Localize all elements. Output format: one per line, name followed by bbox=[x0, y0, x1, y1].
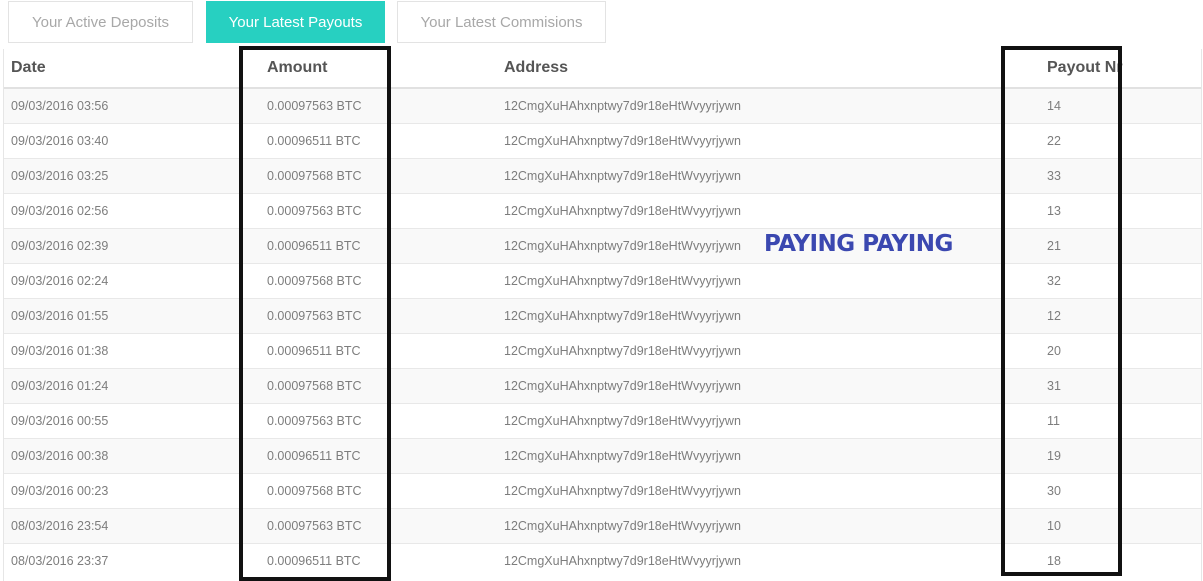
date-cell: 09/03/2016 00:55 bbox=[4, 403, 259, 439]
table-row: 09/03/2016 03:56 0.00097563 BTC 12CmgXuHAh… bbox=[4, 87, 1201, 124]
table-row: 09/03/2016 00:38 0.00096511 BTC 12CmgXuHAh… bbox=[4, 438, 1201, 474]
column-header-date: Date bbox=[4, 49, 259, 89]
payout-nr-cell: 31 bbox=[1039, 368, 1201, 404]
paying-annotation: PAYING PAYING bbox=[764, 231, 953, 257]
table-row: 09/03/2016 01:55 0.00097563 BTC 12CmgXuHAh… bbox=[4, 298, 1201, 334]
tab-latest-commisions[interactable]: Your Latest Commisions bbox=[397, 1, 606, 43]
date-cell: 09/03/2016 02:24 bbox=[4, 263, 259, 299]
amount-cell: 0.00097563 BTC bbox=[259, 298, 496, 334]
payout-nr-cell: 12 bbox=[1039, 298, 1201, 334]
amount-cell: 0.00097563 BTC bbox=[259, 87, 496, 124]
amount-cell: 0.00097563 BTC bbox=[259, 508, 496, 544]
amount-cell: 0.00096511 BTC bbox=[259, 228, 496, 264]
tab-latest-payouts[interactable]: Your Latest Payouts bbox=[206, 1, 385, 43]
tab-active-deposits[interactable]: Your Active Deposits bbox=[8, 1, 193, 43]
table-row: 08/03/2016 23:37 0.00096511 BTC 12CmgXuHAh… bbox=[4, 543, 1201, 578]
address-cell: 12CmgXuHAhxnptwy7d9r18eHtWvyyrjywn bbox=[496, 123, 1039, 159]
amount-cell: 0.00097563 BTC bbox=[259, 403, 496, 439]
address-cell: 12CmgXuHAhxnptwy7d9r18eHtWvyyrjywn bbox=[496, 438, 1039, 474]
address-cell: 12CmgXuHAhxnptwy7d9r18eHtWvyyrjywn bbox=[496, 333, 1039, 369]
tab-label: Your Latest Payouts bbox=[228, 13, 363, 31]
address-cell: 12CmgXuHAhxnptwy7d9r18eHtWvyyrjywn bbox=[496, 543, 1039, 578]
column-header-amount: Amount bbox=[259, 49, 496, 89]
payout-nr-cell: 22 bbox=[1039, 123, 1201, 159]
date-cell: 09/03/2016 00:38 bbox=[4, 438, 259, 474]
amount-cell: 0.00097568 BTC bbox=[259, 368, 496, 404]
amount-cell: 0.00097568 BTC bbox=[259, 158, 496, 194]
date-cell: 09/03/2016 03:25 bbox=[4, 158, 259, 194]
date-cell: 09/03/2016 03:56 bbox=[4, 87, 259, 124]
payout-nr-cell: 19 bbox=[1039, 438, 1201, 474]
date-cell: 09/03/2016 02:39 bbox=[4, 228, 259, 264]
address-cell: 12CmgXuHAhxnptwy7d9r18eHtWvyyrjywn bbox=[496, 158, 1039, 194]
date-cell: 08/03/2016 23:37 bbox=[4, 543, 259, 578]
table-row: 09/03/2016 02:24 0.00097568 BTC 12CmgXuHAh… bbox=[4, 263, 1201, 299]
date-cell: 09/03/2016 01:55 bbox=[4, 298, 259, 334]
table-body: 09/03/2016 03:56 0.00097563 BTC 12CmgXuHAh… bbox=[4, 87, 1201, 578]
payout-nr-cell: 32 bbox=[1039, 263, 1201, 299]
amount-cell: 0.00096511 BTC bbox=[259, 123, 496, 159]
payout-nr-cell: 18 bbox=[1039, 543, 1201, 578]
payout-nr-cell: 33 bbox=[1039, 158, 1201, 194]
tab-label: Your Latest Commisions bbox=[420, 13, 583, 31]
amount-cell: 0.00097563 BTC bbox=[259, 193, 496, 229]
payout-nr-cell: 11 bbox=[1039, 403, 1201, 439]
column-header-payout-nr: Payout Nr bbox=[1039, 49, 1201, 89]
tab-label: Your Active Deposits bbox=[31, 13, 170, 31]
table-row: 09/03/2016 03:25 0.00097568 BTC 12CmgXuHAh… bbox=[4, 158, 1201, 194]
address-cell: 12CmgXuHAhxnptwy7d9r18eHtWvyyrjywn bbox=[496, 87, 1039, 124]
tab-bar: Your Active Deposits Your Latest Payouts… bbox=[0, 0, 1203, 44]
table-row: 08/03/2016 23:54 0.00097563 BTC 12CmgXuHAh… bbox=[4, 508, 1201, 544]
payouts-table-container: Date Amount Address Payout Nr 09/03/2016… bbox=[3, 49, 1202, 581]
column-header-address: Address bbox=[496, 49, 1039, 89]
payout-nr-cell: 10 bbox=[1039, 508, 1201, 544]
address-cell: 12CmgXuHAhxnptwy7d9r18eHtWvyyrjywn bbox=[496, 473, 1039, 509]
date-cell: 09/03/2016 01:24 bbox=[4, 368, 259, 404]
address-cell: 12CmgXuHAhxnptwy7d9r18eHtWvyyrjywn bbox=[496, 368, 1039, 404]
table-row: 09/03/2016 01:24 0.00097568 BTC 12CmgXuHAh… bbox=[4, 368, 1201, 404]
date-cell: 09/03/2016 01:38 bbox=[4, 333, 259, 369]
amount-cell: 0.00096511 BTC bbox=[259, 438, 496, 474]
payout-nr-cell: 13 bbox=[1039, 193, 1201, 229]
address-cell: 12CmgXuHAhxnptwy7d9r18eHtWvyyrjywn bbox=[496, 193, 1039, 229]
payout-nr-cell: 20 bbox=[1039, 333, 1201, 369]
date-cell: 08/03/2016 23:54 bbox=[4, 508, 259, 544]
table-header-row: Date Amount Address Payout Nr bbox=[4, 49, 1201, 89]
payouts-table: Date Amount Address Payout Nr 09/03/2016… bbox=[4, 49, 1201, 578]
date-cell: 09/03/2016 02:56 bbox=[4, 193, 259, 229]
amount-cell: 0.00096511 BTC bbox=[259, 543, 496, 578]
payout-nr-cell: 30 bbox=[1039, 473, 1201, 509]
table-row: 09/03/2016 02:56 0.00097563 BTC 12CmgXuHAh… bbox=[4, 193, 1201, 229]
address-cell: 12CmgXuHAhxnptwy7d9r18eHtWvyyrjywn bbox=[496, 508, 1039, 544]
payout-nr-cell: 14 bbox=[1039, 87, 1201, 124]
address-cell: 12CmgXuHAhxnptwy7d9r18eHtWvyyrjywn bbox=[496, 263, 1039, 299]
payout-nr-cell: 21 bbox=[1039, 228, 1201, 264]
address-cell: 12CmgXuHAhxnptwy7d9r18eHtWvyyrjywn bbox=[496, 298, 1039, 334]
table-row: 09/03/2016 00:23 0.00097568 BTC 12CmgXuHAh… bbox=[4, 473, 1201, 509]
date-cell: 09/03/2016 03:40 bbox=[4, 123, 259, 159]
table-row: 09/03/2016 02:39 0.00096511 BTC 12CmgXuHAh… bbox=[4, 228, 1201, 264]
address-cell: 12CmgXuHAhxnptwy7d9r18eHtWvyyrjywn bbox=[496, 403, 1039, 439]
date-cell: 09/03/2016 00:23 bbox=[4, 473, 259, 509]
amount-cell: 0.00097568 BTC bbox=[259, 473, 496, 509]
table-row: 09/03/2016 03:40 0.00096511 BTC 12CmgXuHAh… bbox=[4, 123, 1201, 159]
table-row: 09/03/2016 00:55 0.00097563 BTC 12CmgXuHAh… bbox=[4, 403, 1201, 439]
amount-cell: 0.00096511 BTC bbox=[259, 333, 496, 369]
amount-cell: 0.00097568 BTC bbox=[259, 263, 496, 299]
table-row: 09/03/2016 01:38 0.00096511 BTC 12CmgXuHAh… bbox=[4, 333, 1201, 369]
